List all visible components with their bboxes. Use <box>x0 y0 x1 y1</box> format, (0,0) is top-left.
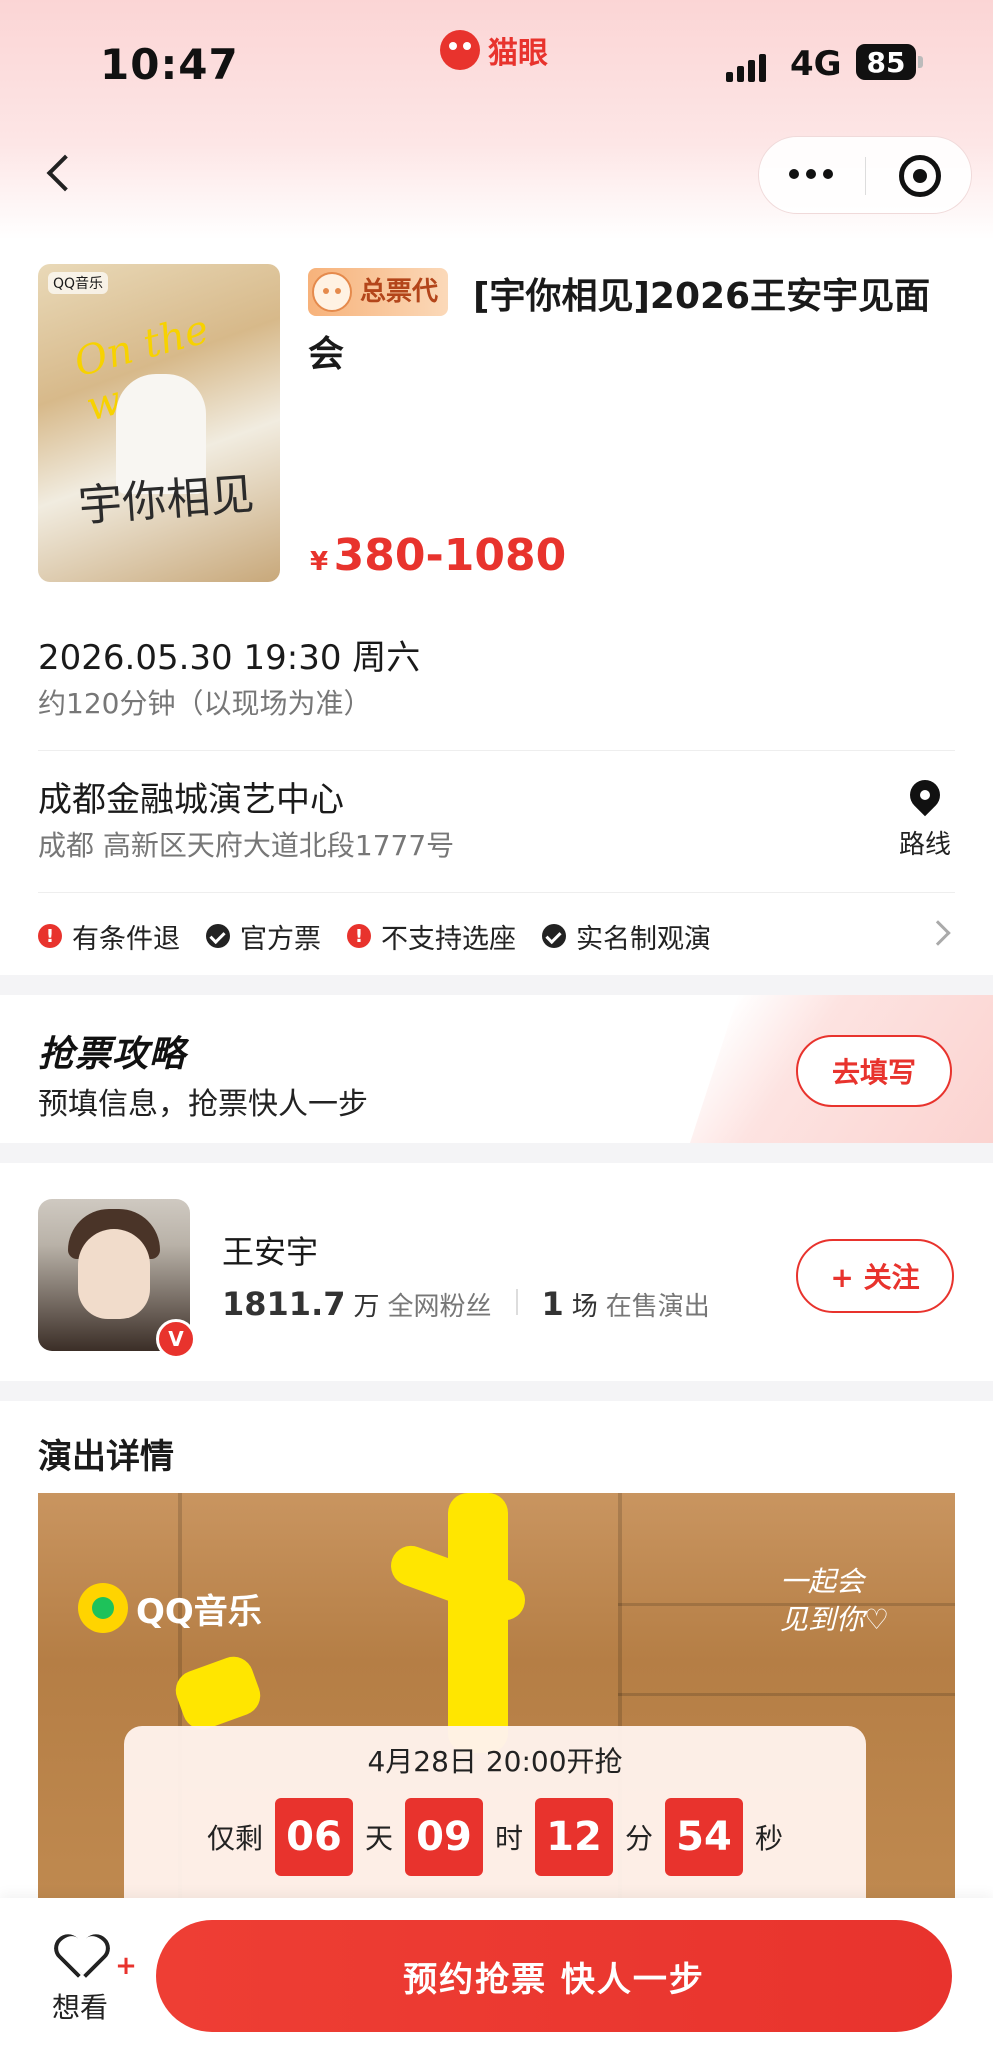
fans-count: 1811.7 <box>222 1285 346 1323</box>
more-dots-icon[interactable] <box>789 169 833 179</box>
seconds-unit: 秒 <box>755 1822 784 1855</box>
reserve-ticket-button[interactable]: 预约抢票 快人一步 <box>156 1920 952 2032</box>
policy-label: 有条件退 <box>72 923 180 955</box>
follow-button[interactable]: + 关注 <box>796 1239 954 1313</box>
check-icon <box>206 924 230 948</box>
policy-realname: 实名制观演 <box>542 917 711 956</box>
shows-count: 1 <box>541 1285 564 1323</box>
signal-icon <box>726 48 766 82</box>
heart-icon <box>56 1934 104 1978</box>
event-card: QQ音乐 On the way 宇你相见 总票代 [宇你相见]2026王安宇见面… <box>0 240 993 975</box>
artist-stats: 1811.7 万 全网粉丝 1 场 在售演出 <box>222 1285 710 1323</box>
event-title: [宇你相见]2026王安宇见面会 <box>308 276 931 375</box>
minutes-unit: 分 <box>625 1822 654 1855</box>
artist-card: V 王安宇 1811.7 万 全网粉丝 1 场 在售演出 + 关注 <box>0 1163 993 1381</box>
yellow-brush-stroke <box>448 1493 508 1753</box>
strategy-title: 抢票攻略 <box>38 1034 187 1075</box>
event-duration: 约120分钟（以现场为准） <box>38 687 372 720</box>
fans-unit: 万 <box>353 1292 380 1322</box>
countdown-hours: 09 <box>404 1798 483 1876</box>
venue-name[interactable]: 成都金融城演艺中心 <box>38 772 344 821</box>
shows-label: 在售演出 <box>605 1292 710 1322</box>
chevron-right-icon <box>925 920 951 946</box>
artist-name[interactable]: 王安宇 <box>222 1227 318 1273</box>
bottom-action-bar: + 想看 预约抢票 快人一步 <box>0 1898 993 2053</box>
price-symbol: ¥ <box>310 547 329 577</box>
target-close-icon[interactable] <box>899 155 941 197</box>
ticket-policies[interactable]: ! 有条件退 官方票 ! 不支持选座 实名制观演 <box>38 916 955 956</box>
status-bar: 10:47 猫眼 4G 85 <box>0 0 993 130</box>
verified-badge-icon: V <box>156 1319 196 1359</box>
countdown-panel: 4月28日 20:00开抢 仅剩 06 天 09 时 12 分 54 秒 <box>124 1726 866 1926</box>
yellow-brush-stroke <box>170 1651 266 1735</box>
policy-label: 官方票 <box>240 923 321 955</box>
divider <box>38 750 955 751</box>
back-button[interactable] <box>40 148 80 198</box>
event-datetime: 2026.05.30 19:30 周六 <box>38 638 421 678</box>
qq-music-text: QQ音乐 <box>136 1591 262 1632</box>
route-button[interactable]: 路线 <box>890 773 960 861</box>
venue-address[interactable]: 成都 高新区天府大道北段1777号 <box>38 824 454 864</box>
price-value: 380-1080 <box>333 530 567 581</box>
details-title: 演出详情 <box>38 1437 174 1477</box>
countdown-seconds: 54 <box>665 1798 744 1876</box>
countdown-prefix: 仅剩 <box>206 1822 263 1855</box>
want-to-see-button[interactable]: + 想看 <box>40 1934 138 2026</box>
divider <box>38 892 955 893</box>
status-time: 10:47 <box>100 40 239 89</box>
policy-label: 不支持选座 <box>381 923 516 955</box>
fans-label: 全网粉丝 <box>387 1292 492 1322</box>
poster-title-text: 宇你相见 <box>76 468 256 533</box>
warning-icon: ! <box>38 924 62 948</box>
poster-brand: QQ音乐 <box>48 272 109 294</box>
strategy-subtitle: 预填信息，抢票快人一步 <box>38 1087 368 1122</box>
stats-divider <box>515 1289 518 1315</box>
qq-music-icon <box>78 1583 128 1633</box>
route-label: 路线 <box>898 830 951 860</box>
mini-program-capsule <box>758 136 972 214</box>
countdown-days: 06 <box>274 1798 353 1876</box>
artist-face <box>78 1229 150 1319</box>
battery-tip <box>918 56 923 68</box>
ticket-strategy-card: 抢票攻略 预填信息，抢票快人一步 去填写 <box>0 995 993 1143</box>
want-label: 想看 <box>51 1991 108 2024</box>
days-unit: 天 <box>364 1822 393 1855</box>
battery-icon: 85 <box>856 44 916 80</box>
shows-unit: 场 <box>571 1292 598 1322</box>
page: 10:47 猫眼 4G 85 QQ音乐 On the way 宇你相见 总票代 … <box>0 0 993 2053</box>
app-brand: 猫眼 <box>440 28 548 72</box>
app-brand-name: 猫眼 <box>488 36 548 71</box>
countdown-row: 仅剩 06 天 09 时 12 分 54 秒 <box>124 1798 866 1876</box>
fill-in-button[interactable]: 去填写 <box>796 1035 952 1107</box>
sale-start-time: 4月28日 20:00开抢 <box>367 1745 623 1778</box>
network-type: 4G <box>790 44 842 84</box>
handwriting-text: 一起会 见到你♡ <box>780 1565 890 1636</box>
check-icon <box>542 924 566 948</box>
policy-label: 实名制观演 <box>576 923 711 955</box>
hours-unit: 时 <box>494 1822 523 1855</box>
maoyan-logo-icon <box>440 30 480 70</box>
price-range: ¥ 380-1080 <box>310 530 566 581</box>
warning-icon: ! <box>347 924 371 948</box>
policy-refund: ! 有条件退 <box>38 917 180 956</box>
plus-icon: + <box>114 1951 138 1981</box>
event-poster[interactable]: QQ音乐 On the way 宇你相见 <box>38 264 280 582</box>
countdown-minutes: 12 <box>535 1798 613 1876</box>
map-pin-icon <box>903 773 947 817</box>
policy-official: 官方票 <box>206 917 321 956</box>
policy-seat: ! 不支持选座 <box>347 917 516 956</box>
qq-music-logo: QQ音乐 <box>78 1583 262 1633</box>
capsule-divider <box>865 157 866 195</box>
drawer-line <box>618 1693 955 1696</box>
